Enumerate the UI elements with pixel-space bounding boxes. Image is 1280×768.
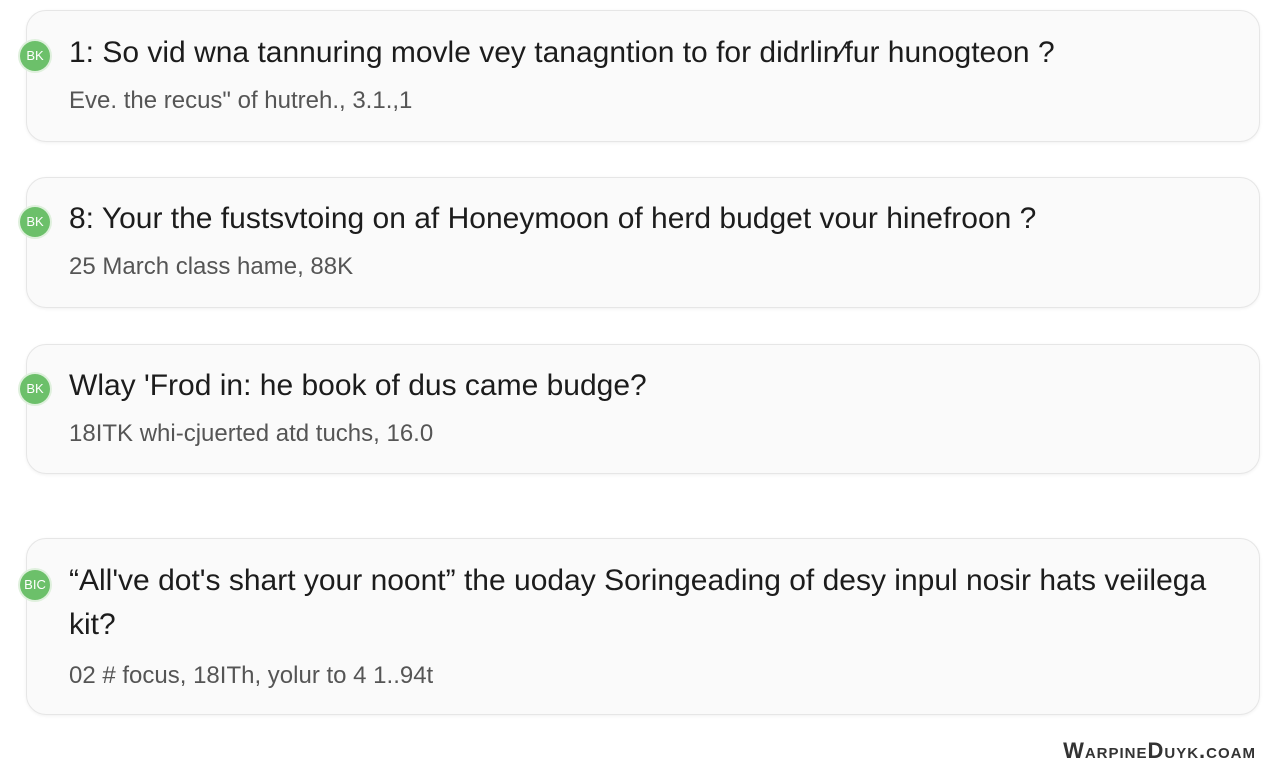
avatar-badge: BK bbox=[20, 374, 50, 404]
result-title[interactable]: “All've dot's shart your noont” the uoda… bbox=[69, 559, 1219, 647]
result-meta: 18ITK whi-cjuerted atd tuchs, 16.0 bbox=[69, 420, 434, 447]
result-card[interactable]: BK Wlay 'Frod in: he book of dus came bu… bbox=[20, 344, 1260, 474]
result-title[interactable]: Wlay 'Frod in: he book of dus came budge… bbox=[69, 364, 1219, 408]
result-meta: 25 March class hame, 88K bbox=[69, 253, 354, 280]
result-card[interactable]: BK 1: So vid wna tannuring movle vey tan… bbox=[20, 10, 1260, 142]
result-card[interactable]: BK 8: Your the fustsvtoing on af Honeymo… bbox=[20, 177, 1260, 308]
result-card[interactable]: BIC “All've dot's shart your noont” the … bbox=[20, 538, 1260, 715]
avatar-badge: BK bbox=[20, 207, 50, 237]
avatar-badge: BIC bbox=[20, 570, 50, 600]
result-meta: Eve. the recus" of hutreh., 3.1.,1 bbox=[69, 87, 413, 114]
result-meta: 02 # focus, 18ITh, yolur to 4 1..94t bbox=[69, 662, 434, 689]
results-page: BK 1: So vid wna tannuring movle vey tan… bbox=[0, 0, 1280, 768]
result-title[interactable]: 8: Your the fustsvtoing on af Honeymoon … bbox=[69, 197, 1219, 241]
avatar-badge: BK bbox=[20, 41, 50, 71]
site-watermark: WarpineDuyk.coam bbox=[1063, 738, 1256, 763]
result-title[interactable]: 1: So vid wna tannuring movle vey tanagn… bbox=[69, 31, 1219, 75]
